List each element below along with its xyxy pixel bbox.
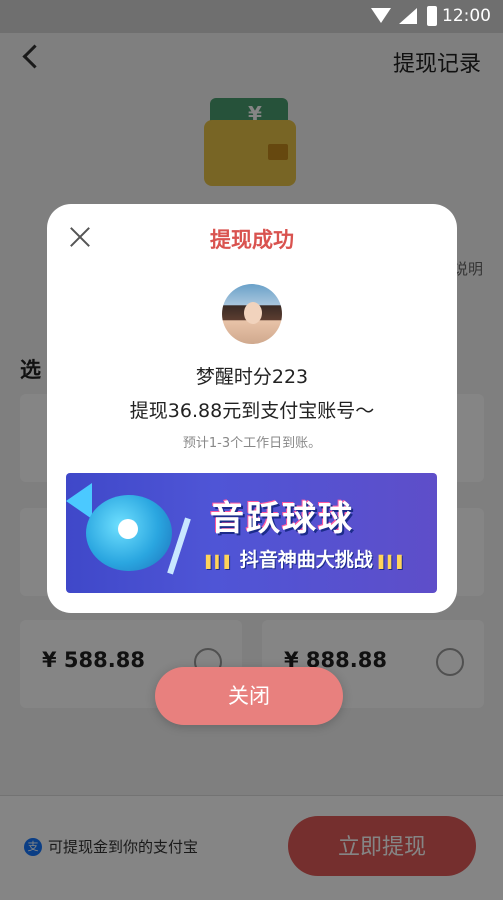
user-name: 梦醒时分223 [195,366,309,388]
modal-title: 提现成功 [210,228,294,252]
banner-subtitle: 抖音神曲大挑战 [206,545,406,572]
game-ad-banner[interactable]: 音跃球球 抖音神曲大挑战 [66,473,437,593]
wifi-icon [371,8,391,23]
withdraw-success-modal: 提现成功 梦醒时分223 提现36.88元到支付宝账号～ 预计1-3个工作日到账… [47,204,457,613]
eta-note: 预计1-3个工作日到账。 [182,436,322,451]
signal-icon [399,8,417,24]
battery-icon [427,6,437,26]
bird-tail [66,483,92,519]
status-time: 12:00 [442,6,491,26]
banner-title: 音跃球球 [210,499,354,539]
close-button[interactable]: 关闭 [155,667,343,725]
avatar [222,284,282,344]
status-bar: 12:00 [0,0,503,33]
bird-eye [118,519,138,539]
success-message: 提现36.88元到支付宝账号～ [129,400,375,422]
